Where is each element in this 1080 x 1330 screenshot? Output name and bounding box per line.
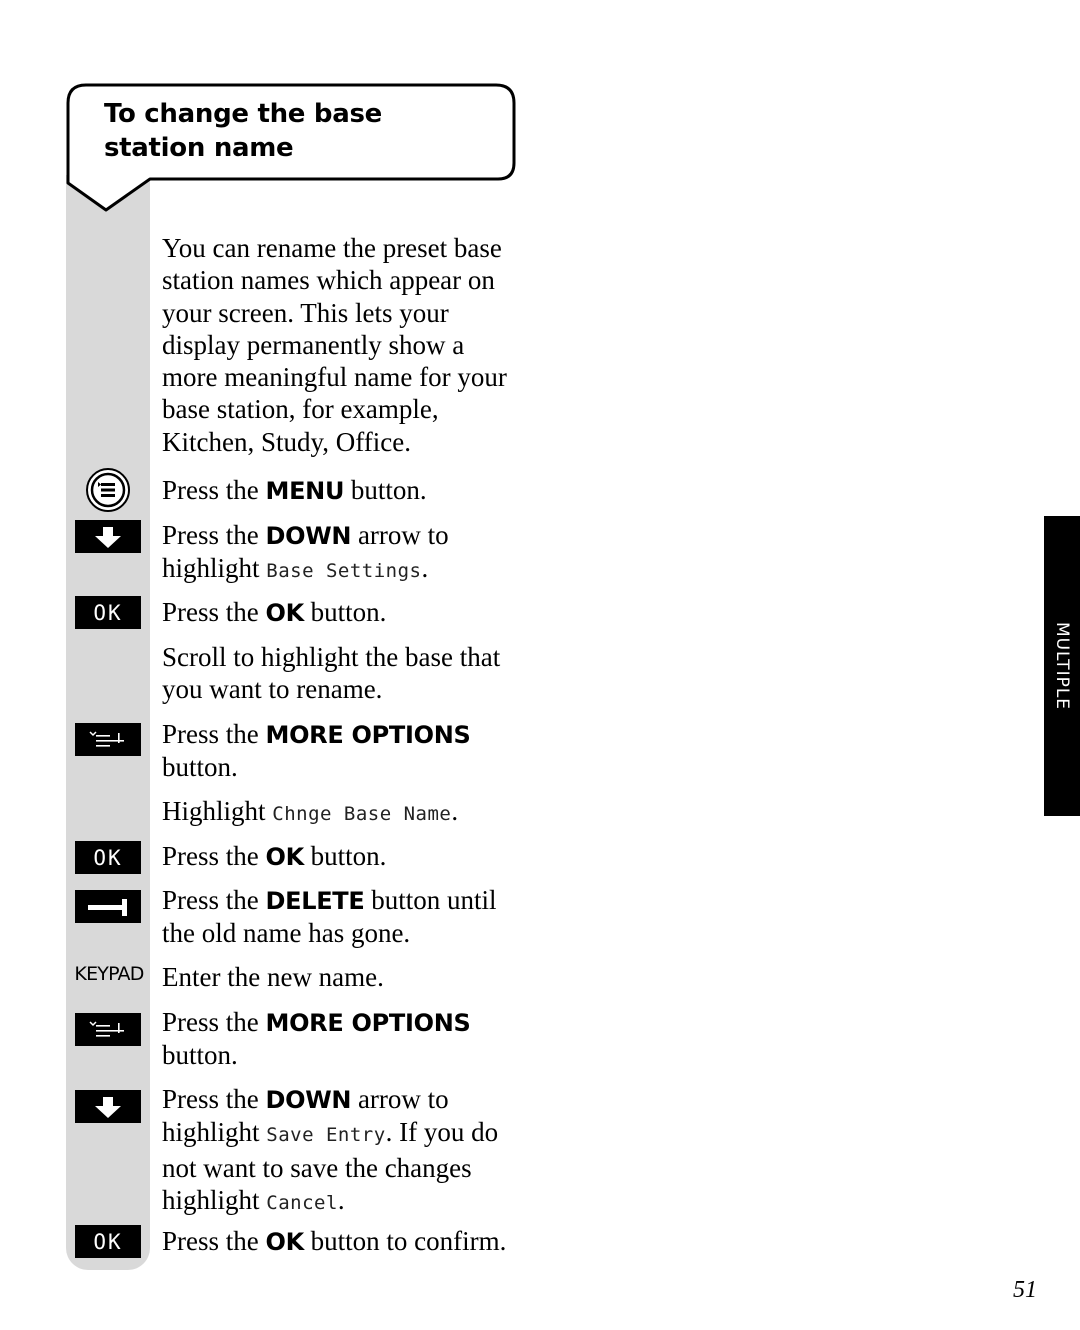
ok-button-icon: OK [75,596,141,629]
step-text: Enter the new name. [162,962,384,992]
down-arrow-button-icon [75,1090,141,1123]
more-options-button-icon [75,1013,141,1046]
step-7: Press the OK button. [162,840,527,873]
step-text: Press the [162,1007,266,1037]
step-text: Press the [162,1084,266,1114]
step-9: Enter the new name. [162,961,527,993]
lcd-text: Chnge Base Name [272,803,452,825]
button-name: MENU [265,477,345,505]
menu-icon [86,468,130,512]
step-text: Press the [162,1226,266,1256]
button-name: OK [265,599,305,627]
ok-button-icon: OK [75,1225,141,1258]
step-text: Press the [162,719,266,749]
section-side-tab: MULTIPLE [1044,516,1080,816]
lcd-text: Save Entry [266,1124,386,1147]
step-text: . [451,796,459,826]
step-text: button to confirm. [303,1226,507,1256]
step-10: Press the MORE OPTIONS button. [162,1006,527,1072]
step-text: button. [162,1040,238,1071]
step-text: button. [303,841,387,871]
step-8: Press the DELETE button until the old na… [162,884,527,950]
button-name: OK [265,843,305,871]
step-text: Press the [162,520,266,550]
down-arrow-icon [95,1096,121,1118]
lcd-text: Cancel [266,1191,338,1214]
button-name: MORE OPTIONS [265,721,471,749]
down-arrow-icon [95,526,121,548]
step-11: Press the DOWN arrow to highlight Save E… [162,1083,527,1219]
step-5: Press the MORE OPTIONS button. [162,718,527,784]
step-text: Scroll to highlight the base that you wa… [162,642,501,705]
step-text: Press the [162,885,266,915]
menu-button-icon [75,466,141,514]
delete-icon [88,898,127,916]
keypad-label: KEYPAD [74,963,144,985]
section-heading-callout: To change the base station name [66,83,516,213]
delete-button-icon [75,890,141,923]
step-4: Scroll to highlight the base that you wa… [162,641,527,706]
more-options-button-icon [75,723,141,756]
step-2: Press the DOWN arrow to highlight Base S… [162,519,527,588]
step-text: button. [344,475,427,505]
more-options-icon [89,1020,124,1037]
step-text: button. [303,597,387,627]
step-text: Press the [162,475,266,505]
side-tab-label: MULTIPLE [1052,621,1072,711]
step-text: . [421,553,429,584]
down-arrow-button-icon [75,520,141,553]
title-line-2: station name [104,133,294,163]
step-12: Press the OK button to confirm. [162,1225,527,1258]
step-6: Highlight Chnge Base Name. [162,795,527,830]
button-name: DELETE [265,887,365,915]
page-number: 51 [1013,1277,1037,1303]
step-text: Press the [162,597,266,627]
intro-paragraph: You can rename the preset base station n… [162,233,507,457]
step-text: Press the [162,841,266,871]
button-name: OK [265,1228,305,1256]
button-name: DOWN [265,1086,352,1114]
ok-button-icon: OK [75,841,141,874]
step-text: button. [162,752,238,783]
step-3: Press the OK button. [162,596,527,629]
lcd-text: Base Settings [266,560,422,583]
button-name: MORE OPTIONS [265,1009,471,1037]
more-options-icon [89,730,124,747]
page-title: To change the base station name [104,97,382,165]
button-name: DOWN [265,522,352,550]
title-line-1: To change the base [104,99,382,129]
step-1: Press the MENU button. [162,474,527,507]
step-text: Highlight [162,796,273,826]
step-text: . [337,1184,345,1215]
